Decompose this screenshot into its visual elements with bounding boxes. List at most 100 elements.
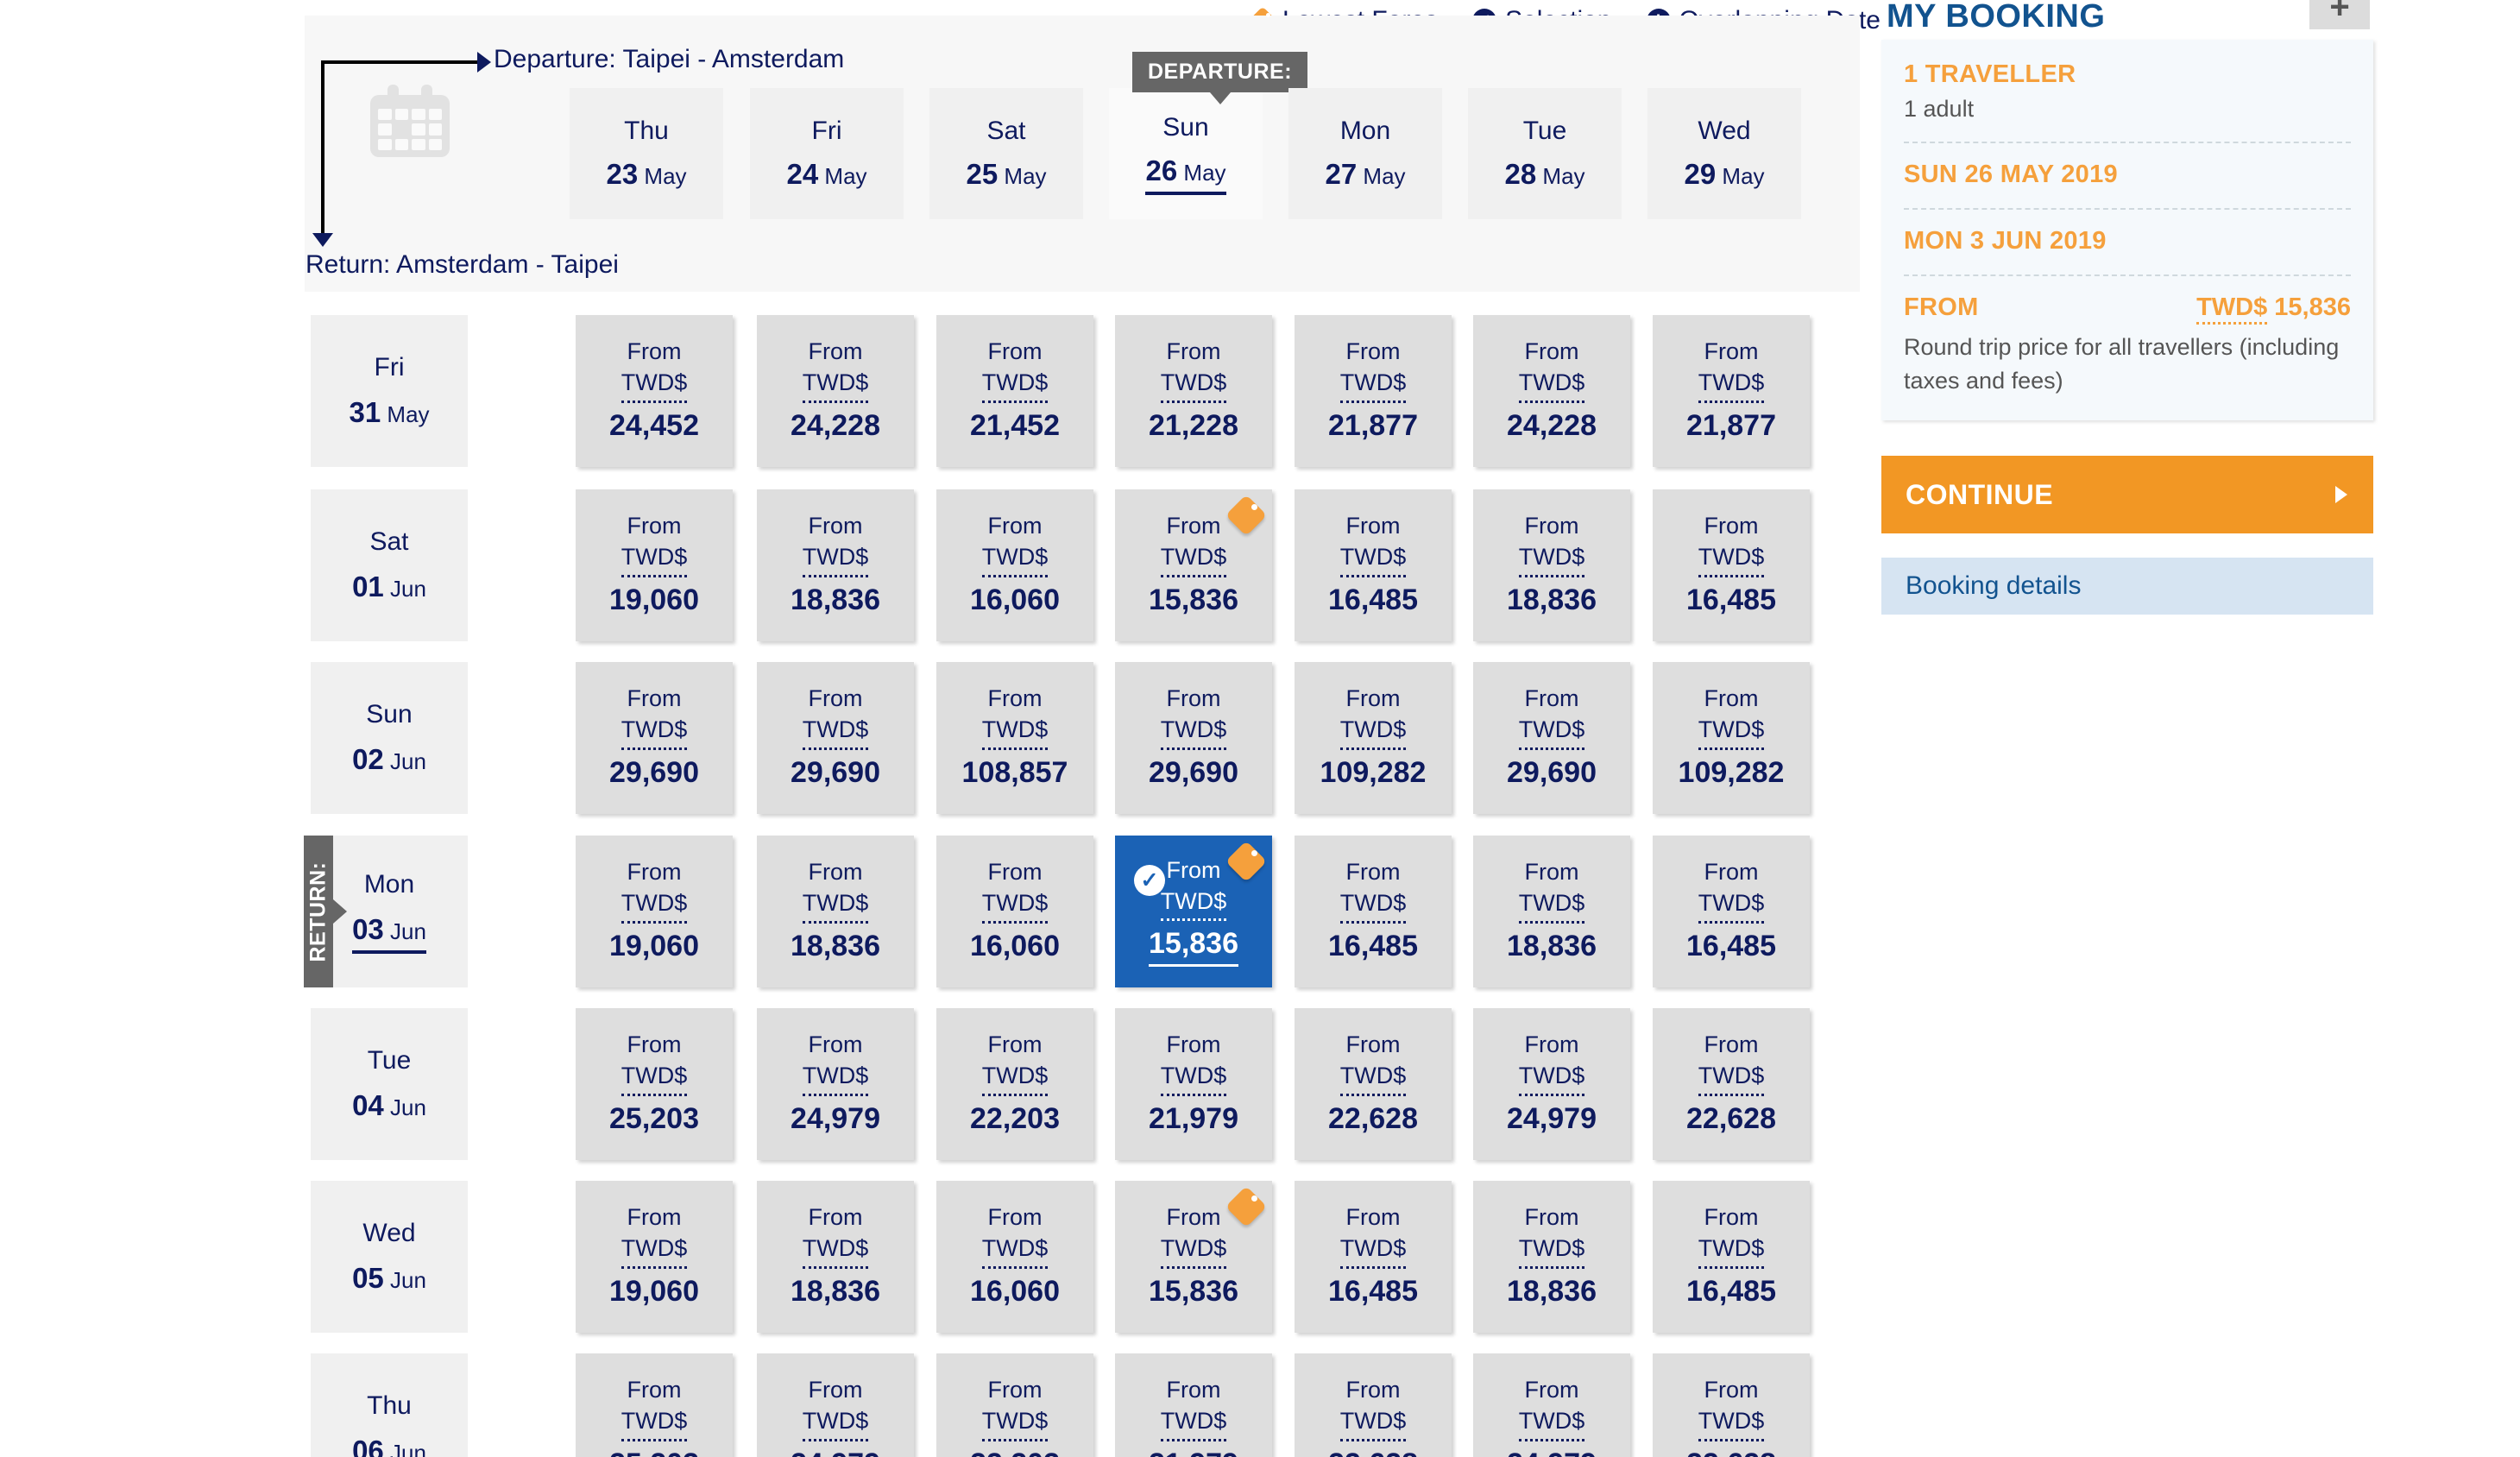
fare-cell[interactable]: FromTWD$ 22,628	[1295, 1008, 1452, 1160]
fare-cell[interactable]: From TWD$ 21,877	[1295, 315, 1452, 467]
fare-cell[interactable]: FromTWD$ 22,628	[1295, 1353, 1452, 1457]
fare-cell[interactable]: From TWD$ 29,690	[576, 662, 733, 814]
flight-date-matrix-page: Lowest Fares ✓ Selection ! Overlapping D…	[0, 0, 2520, 1457]
fare-cell[interactable]: From TWD$ 18,836	[757, 1181, 914, 1333]
fare-cell[interactable]: From TWD$ 16,060	[936, 836, 1093, 987]
fare-cell[interactable]: From TWD$ 18,836	[1473, 1181, 1630, 1333]
fare-cell[interactable]: FromTWD$ 24,979	[1473, 1008, 1630, 1160]
fare-price: 24,228	[1507, 408, 1597, 442]
add-booking-button[interactable]: +	[2309, 0, 2370, 29]
fare-from-label: From	[1345, 1377, 1401, 1403]
fare-price: 19,060	[609, 583, 699, 616]
departure-column-header[interactable]: Fri 24 May	[750, 88, 904, 219]
fare-cell[interactable]: From TWD$ 19,060	[576, 836, 733, 987]
return-row-header[interactable]: Sat 01 Jun	[311, 489, 468, 641]
fare-cell[interactable]: FromTWD$ 25,203	[576, 1008, 733, 1160]
return-row-header[interactable]: Thu 06 Jun	[311, 1353, 468, 1457]
fare-currency-label: TWD$	[981, 887, 1049, 924]
fare-cell[interactable]: From TWD$ 19,060	[576, 1181, 733, 1333]
fare-cell[interactable]: From TWD$ 29,690	[1115, 662, 1272, 814]
fare-cell[interactable]: FromTWD$ 24,979	[1473, 1353, 1630, 1457]
fare-cell[interactable]: From TWD$ 18,836	[1473, 489, 1630, 641]
departure-column-header[interactable]: Mon 27 May	[1288, 88, 1442, 219]
fare-cell[interactable]: FromTWD$ 22,628	[1653, 1353, 1810, 1457]
fare-currency-label: TWD$	[1339, 1060, 1407, 1096]
fare-cell[interactable]: FromTWD$ 22,203	[936, 1353, 1093, 1457]
fare-cell[interactable]: From TWD$ 19,060	[576, 489, 733, 641]
fare-cell[interactable]: FromTWD$ 21,979	[1115, 1008, 1272, 1160]
fare-from-label: From	[1166, 1204, 1221, 1231]
column-day-of-week: Sat	[986, 117, 1026, 145]
fare-cell[interactable]: From TWD$ 18,836	[1473, 836, 1630, 987]
return-row-header[interactable]: Wed 05 Jun	[311, 1181, 468, 1333]
fare-currency-label: TWD$	[981, 1060, 1049, 1096]
fare-currency-label: TWD$	[1698, 714, 1765, 750]
fare-cell[interactable]: From TWD$ 18,836	[757, 489, 914, 641]
return-date-value: MON 3 JUN 2019	[1904, 227, 2107, 255]
fare-price: 21,877	[1328, 408, 1418, 442]
departure-column-header[interactable]: Thu 23 May	[570, 88, 723, 219]
fare-cell[interactable]: FromTWD$ 22,628	[1653, 1008, 1810, 1160]
fare-from-label: From	[1524, 1031, 1579, 1058]
fare-cell[interactable]: From TWD$ 29,690	[757, 662, 914, 814]
fare-cell[interactable]: From TWD$ 16,485	[1653, 836, 1810, 987]
fare-cell[interactable]: From TWD$ 24,228	[757, 315, 914, 467]
fare-cell[interactable]: From TWD$ 18,836	[757, 836, 914, 987]
fare-cell[interactable]: FromTWD$ 25,203	[576, 1353, 733, 1457]
fare-currency-label: TWD$	[621, 367, 688, 403]
travellers-heading: 1 TRAVELLER	[1904, 60, 2076, 88]
fare-cell[interactable]: From TWD$ 108,857	[936, 662, 1093, 814]
column-day-of-week: Sun	[1162, 112, 1209, 142]
fare-cell[interactable]: From TWD$ 24,228	[1473, 315, 1630, 467]
fare-cell[interactable]: From TWD$ 109,282	[1295, 662, 1452, 814]
departure-column-header[interactable]: Wed 29 May	[1647, 88, 1801, 219]
fare-price: 22,628	[1686, 1101, 1776, 1135]
fare-price: 21,979	[1149, 1101, 1238, 1135]
booking-details-link[interactable]: Booking details	[1881, 558, 2373, 615]
fare-from-label: From	[987, 338, 1043, 365]
fare-cell[interactable]: From TWD$ 16,060	[936, 1181, 1093, 1333]
fare-cell[interactable]: From TWD$ 16,060	[936, 489, 1093, 641]
fare-from-label: From	[1166, 338, 1221, 365]
fare-cell[interactable]: From TWD$ 16,485	[1653, 489, 1810, 641]
fare-cell[interactable]: From TWD$ 109,282	[1653, 662, 1810, 814]
fare-from-label: From	[1345, 685, 1401, 712]
fare-from-label: From	[627, 685, 682, 712]
fare-cell[interactable]: From TWD$ 21,452	[936, 315, 1093, 467]
fare-cell[interactable]: From TWD$ 15,836	[1115, 489, 1272, 641]
departure-column-header[interactable]: Sat 25 May	[929, 88, 1083, 219]
continue-button[interactable]: CONTINUE	[1881, 456, 2373, 533]
fare-currency-label: TWD$	[1518, 1233, 1585, 1269]
fare-cell[interactable]: From TWD$ 16,485	[1295, 836, 1452, 987]
fare-currency-label: TWD$	[621, 887, 688, 924]
booking-details-label: Booking details	[1906, 571, 2082, 600]
fare-cell[interactable]: From TWD$ 15,836	[1115, 1181, 1272, 1333]
fare-cell[interactable]: From TWD$ 21,228	[1115, 315, 1272, 467]
return-row-header[interactable]: Tue 04 Jun	[311, 1008, 468, 1160]
fare-cell[interactable]: From TWD$ 16,485	[1295, 489, 1452, 641]
fare-cell[interactable]: FromTWD$ 24,979	[757, 1353, 914, 1457]
fare-cell-selected[interactable]: ✓ From TWD$ 15,836	[1115, 836, 1272, 987]
fare-from-label: From	[808, 338, 863, 365]
fare-from-label: From	[808, 1377, 863, 1403]
fare-price: 16,485	[1686, 1274, 1776, 1308]
fare-cell[interactable]: From TWD$ 21,877	[1653, 315, 1810, 467]
fare-price: 19,060	[609, 929, 699, 962]
fare-from-label: From	[1166, 856, 1221, 883]
return-row-header[interactable]: Fri 31 May	[311, 315, 468, 467]
departure-column-header[interactable]: Sun 26 May	[1109, 88, 1263, 219]
fare-cell[interactable]: From TWD$ 29,690	[1473, 662, 1630, 814]
fare-cell[interactable]: FromTWD$ 24,979	[757, 1008, 914, 1160]
departure-column-header[interactable]: Tue 28 May	[1468, 88, 1622, 219]
fare-cell[interactable]: From TWD$ 24,452	[576, 315, 733, 467]
return-row-header[interactable]: Sun 02 Jun	[311, 662, 468, 814]
column-date: 28 May	[1504, 158, 1585, 190]
fare-price: 24,979	[1507, 1101, 1597, 1135]
fare-currency-label: TWD$	[1339, 541, 1407, 577]
column-day-of-week: Tue	[1522, 117, 1567, 145]
fare-cell[interactable]: From TWD$ 16,485	[1653, 1181, 1810, 1333]
check-circle-icon: ✓	[1134, 865, 1165, 896]
fare-cell[interactable]: FromTWD$ 21,979	[1115, 1353, 1272, 1457]
fare-cell[interactable]: From TWD$ 16,485	[1295, 1181, 1452, 1333]
fare-cell[interactable]: FromTWD$ 22,203	[936, 1008, 1093, 1160]
